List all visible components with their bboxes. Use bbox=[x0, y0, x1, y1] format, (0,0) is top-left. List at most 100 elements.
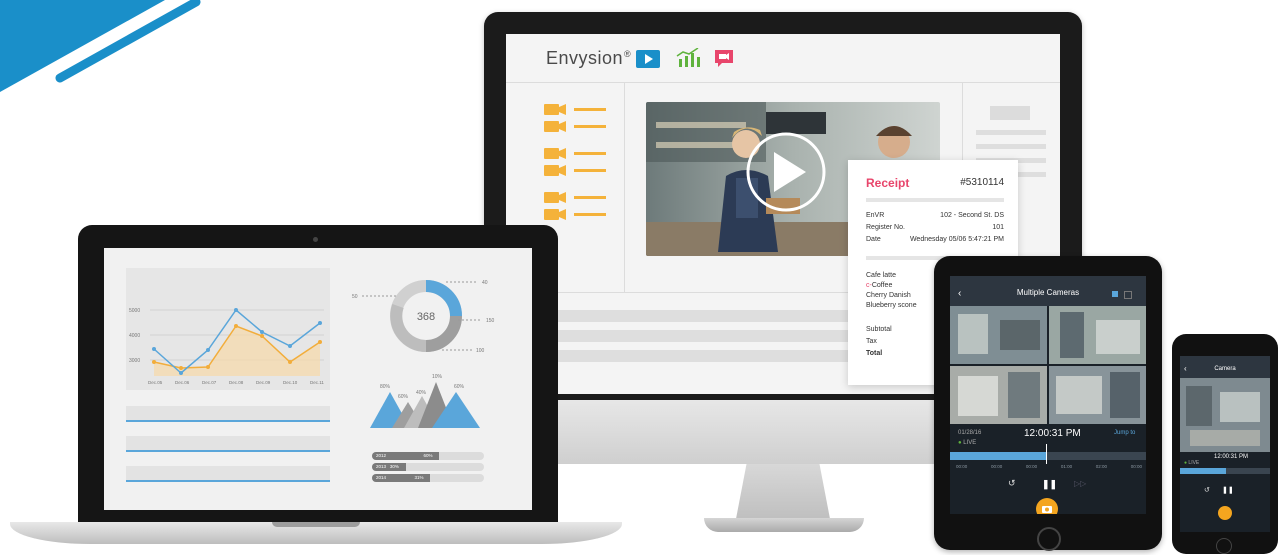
mountain-chart: 80% 60% 40% 10% 60% bbox=[370, 374, 480, 428]
pause-icon[interactable]: ❚❚ bbox=[1222, 486, 1234, 494]
placeholder-line bbox=[530, 350, 850, 362]
camera-feed[interactable] bbox=[1180, 378, 1270, 452]
progress-label: 2013 bbox=[376, 464, 387, 469]
x-tick-label: Dec.06 bbox=[175, 380, 190, 385]
progress-label: 2014 bbox=[376, 475, 387, 480]
list-row bbox=[126, 436, 330, 452]
progress-value: 31% bbox=[414, 475, 424, 480]
pause-icon[interactable]: ❚❚ bbox=[1042, 479, 1057, 490]
receipt-tax: Tax bbox=[866, 338, 877, 345]
mountain-label: 40% bbox=[416, 390, 427, 396]
mountain-label: 10% bbox=[432, 374, 443, 380]
receipt-item: Cherry Danish bbox=[866, 292, 911, 299]
camera-icon bbox=[544, 192, 566, 203]
phone-screen: ‹ Camera ● LIVE 12:00:31 PM ↺ ❚❚ bbox=[1180, 356, 1270, 532]
timeline-ticks: 00:00 00:00 00:00 01:00 02:00 00:00 bbox=[956, 464, 1142, 469]
single-view-icon[interactable] bbox=[1124, 291, 1132, 299]
camera-list-item[interactable] bbox=[544, 165, 606, 176]
receipt-item: Blueberry scone bbox=[866, 302, 917, 309]
tablet-screen: ‹ Multiple Cameras 01/28/16 ● LIVE 12:00… bbox=[950, 276, 1146, 514]
snapshot-button[interactable] bbox=[1036, 498, 1058, 514]
rewind-icon[interactable]: ↺ bbox=[1008, 478, 1016, 489]
receipt-item-voided: c-Coffee bbox=[866, 282, 893, 289]
analytics-chart-icon[interactable] bbox=[676, 48, 700, 68]
live-indicator: ● LIVE bbox=[1184, 460, 1200, 466]
camera-icon bbox=[544, 148, 566, 159]
camera-grid[interactable] bbox=[950, 306, 1146, 424]
video-play-icon[interactable] bbox=[636, 50, 660, 68]
timeline-fill bbox=[950, 452, 1046, 460]
mountain-label: 60% bbox=[454, 384, 465, 390]
y-tick-label: 4000 bbox=[129, 333, 140, 339]
laptop-notch bbox=[272, 522, 360, 527]
receipt-row: Date Wednesday 05/06 5:47:21 PM bbox=[866, 236, 1004, 243]
phone-title: Camera bbox=[1214, 366, 1236, 372]
mountain-label: 60% bbox=[398, 394, 409, 400]
timeline-fill bbox=[1180, 468, 1226, 474]
placeholder-line bbox=[530, 330, 850, 342]
y-tick-label: 3000 bbox=[129, 358, 140, 364]
camera-label-bar bbox=[574, 125, 606, 128]
camera-list-item[interactable] bbox=[544, 209, 606, 220]
y-tick-label: 5000 bbox=[129, 308, 140, 314]
timeline-track[interactable] bbox=[950, 452, 1146, 460]
laptop-screen: 5000 4000 3000 Dec.05 Dec.06 Dec.07 Dec.… bbox=[104, 248, 532, 510]
receipt-number: #5310114 bbox=[960, 177, 1004, 188]
phone-home-button[interactable] bbox=[1216, 538, 1232, 554]
placeholder-line bbox=[976, 130, 1046, 135]
timeline-track[interactable] bbox=[1180, 468, 1270, 474]
receipt-title: Receipt bbox=[866, 176, 910, 190]
receipt-total: Total bbox=[866, 350, 883, 357]
camera-icon bbox=[544, 121, 566, 132]
x-tick-label: Dec.11 bbox=[310, 380, 324, 385]
recording-date: 01/28/16 bbox=[958, 430, 982, 436]
fast-forward-icon[interactable]: ▷▷ bbox=[1074, 479, 1086, 488]
grid-view-icon[interactable] bbox=[1112, 291, 1118, 297]
x-tick-label: Dec.09 bbox=[256, 380, 271, 385]
progress-row: 2013 30% bbox=[372, 463, 484, 471]
placeholder-block bbox=[990, 106, 1030, 120]
receipt-item: Cafe latte bbox=[866, 272, 896, 279]
list-row bbox=[126, 406, 330, 422]
donut-label: 50 bbox=[352, 294, 358, 300]
camera-list-item[interactable] bbox=[544, 121, 606, 132]
donut-label: 150 bbox=[486, 318, 495, 324]
progress-label: 2012 bbox=[376, 453, 387, 458]
progress-value: 30% bbox=[389, 464, 399, 469]
receipt-row: Register No. 101 bbox=[866, 224, 1004, 231]
timeline-playhead[interactable] bbox=[1046, 444, 1047, 464]
tablet-home-button[interactable] bbox=[1037, 527, 1061, 551]
camera-icon bbox=[1042, 506, 1052, 513]
donut-center-value: 368 bbox=[417, 311, 435, 323]
corner-decoration bbox=[0, 0, 201, 92]
x-tick-label: Dec.08 bbox=[229, 380, 244, 385]
camera-list-item[interactable] bbox=[544, 104, 606, 115]
current-time: 12:00:31 PM bbox=[1024, 428, 1081, 439]
donut-label: 100 bbox=[476, 348, 485, 354]
camera-list bbox=[544, 104, 606, 220]
camera-list-item[interactable] bbox=[544, 148, 606, 159]
chat-camera-icon[interactable] bbox=[714, 49, 734, 68]
jump-to-link[interactable]: Jump to bbox=[1114, 430, 1135, 436]
camera-list-item[interactable] bbox=[544, 192, 606, 203]
list-row bbox=[126, 466, 330, 482]
camera-label-bar bbox=[574, 213, 606, 216]
camera-label-bar bbox=[574, 152, 606, 155]
camera-label-bar bbox=[574, 196, 606, 199]
current-time: 12:00:31 PM bbox=[1214, 454, 1249, 460]
toolbar-divider bbox=[506, 82, 1060, 83]
receipt-divider bbox=[866, 198, 1004, 202]
x-tick-label: Dec.05 bbox=[148, 380, 163, 385]
donut-chart: 368 50 40 150 100 bbox=[352, 280, 495, 354]
donut-label: 40 bbox=[482, 280, 488, 286]
progress-row: 2012 60% bbox=[372, 452, 484, 460]
rewind-icon[interactable]: ↺ bbox=[1204, 486, 1210, 494]
snapshot-button[interactable] bbox=[1218, 506, 1232, 520]
x-tick-label: Dec.10 bbox=[283, 380, 298, 385]
camera-icon bbox=[544, 209, 566, 220]
camera-label-bar bbox=[574, 108, 606, 111]
brand-logo: Envysion® bbox=[546, 48, 632, 68]
left-column-divider bbox=[624, 82, 625, 292]
placeholder-line bbox=[976, 144, 1046, 149]
camera-icon bbox=[544, 165, 566, 176]
